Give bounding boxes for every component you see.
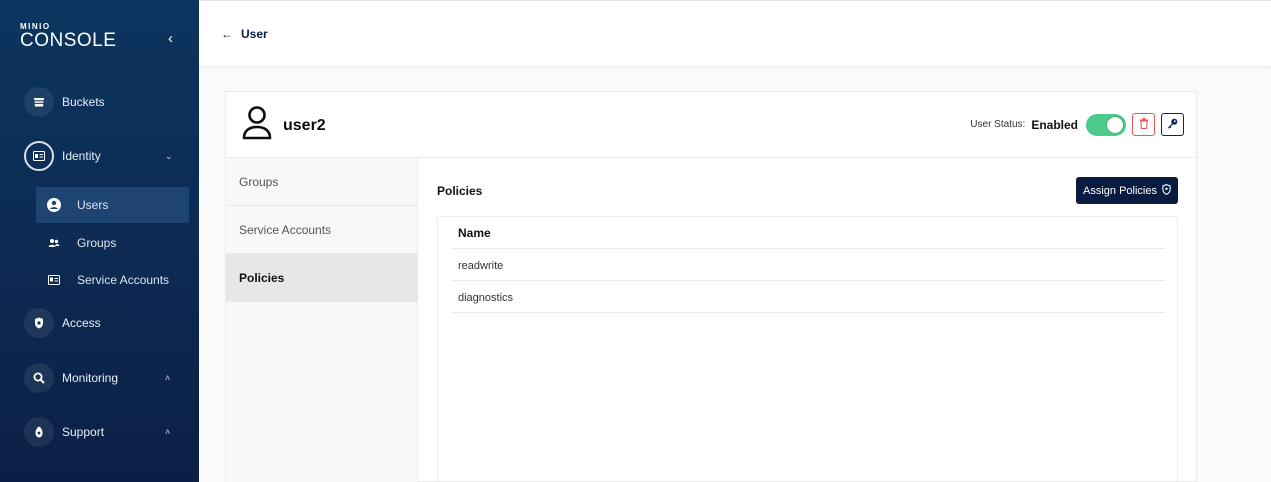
sidebar-item-identity[interactable]: Identity ⌄ [0,139,199,173]
bucket-icon [24,87,54,117]
sidebar-item-service-accounts[interactable]: Service Accounts [36,262,189,298]
support-icon [24,417,54,447]
back-link[interactable]: ← User [221,27,268,41]
sidebar-item-groups[interactable]: Groups [36,225,189,261]
row-divider [452,248,1165,249]
back-label: User [241,27,268,41]
chevron-left-icon[interactable]: ‹ [168,30,173,47]
user-status: User Status: Enabled [970,113,1184,136]
chevron-down-icon: ⌄ [165,150,173,161]
arrow-left-icon: ← [221,27,233,41]
table-row[interactable]: readwrite [458,260,503,272]
page-header: ← User [199,0,1271,66]
sidebar-item-label: Monitoring [62,371,119,385]
user-name: user2 [283,117,326,134]
sidebar-item-label: Service Accounts [77,273,170,287]
groups-icon [46,235,62,251]
row-divider [452,280,1165,281]
user-icon [46,197,62,213]
tab-service-accounts[interactable]: Service Accounts [226,206,418,254]
sidebar-item-buckets[interactable]: Buckets [0,85,199,119]
toggle-knob [1106,115,1124,134]
sidebar-item-access[interactable]: Access [0,306,199,340]
sidebar: MINIO CONSOLE ‹ Buckets Identity ⌄ Users… [0,0,199,482]
tab-policies[interactable]: Policies [226,254,418,302]
sidebar-item-label: Users [77,198,109,212]
user-details-card: user2 User Status: Enabled Groups Servic… [225,91,1197,482]
column-header-name[interactable]: Name [458,226,491,240]
assign-policies-button[interactable]: Assign Policies [1076,177,1178,204]
user-header: user2 User Status: Enabled [226,92,1196,158]
assign-policies-label: Assign Policies [1083,184,1157,197]
console-logo[interactable]: MINIO CONSOLE [20,22,116,51]
user-status-toggle[interactable] [1086,113,1126,136]
identity-icon [24,141,54,171]
sidebar-item-label: Access [62,316,101,330]
change-password-button[interactable] [1161,113,1184,136]
trash-icon [1139,116,1149,134]
sidebar-item-label: Support [62,425,105,439]
sidebar-item-support[interactable]: Support ˄ [0,415,199,449]
sidebar-item-users[interactable]: Users [36,187,189,223]
table-row[interactable]: diagnostics [458,292,513,304]
chevron-up-icon: ˄ [165,373,171,383]
sidebar-item-monitoring[interactable]: Monitoring ˄ [0,361,199,395]
service-accounts-icon [46,272,62,288]
key-icon [1167,116,1178,134]
tab-groups[interactable]: Groups [226,158,418,206]
sidebar-item-label: Buckets [62,95,105,109]
shield-icon [1162,183,1171,198]
user-status-label: User Status: [970,119,1026,130]
logo-product: CONSOLE [20,30,117,51]
user-status-value: Enabled [1031,117,1078,132]
policies-table: Name readwrite diagnostics [437,216,1178,482]
row-divider [452,312,1165,313]
search-icon [24,363,54,393]
lock-icon [24,308,54,338]
user-tabs: Groups Service Accounts Policies [226,158,418,482]
policies-title: Policies [437,184,483,198]
sidebar-item-label: Identity [62,149,101,163]
delete-user-button[interactable] [1132,113,1155,136]
user-avatar-icon [242,106,272,145]
sidebar-item-label: Groups [77,236,117,250]
chevron-up-icon: ˄ [165,427,171,437]
